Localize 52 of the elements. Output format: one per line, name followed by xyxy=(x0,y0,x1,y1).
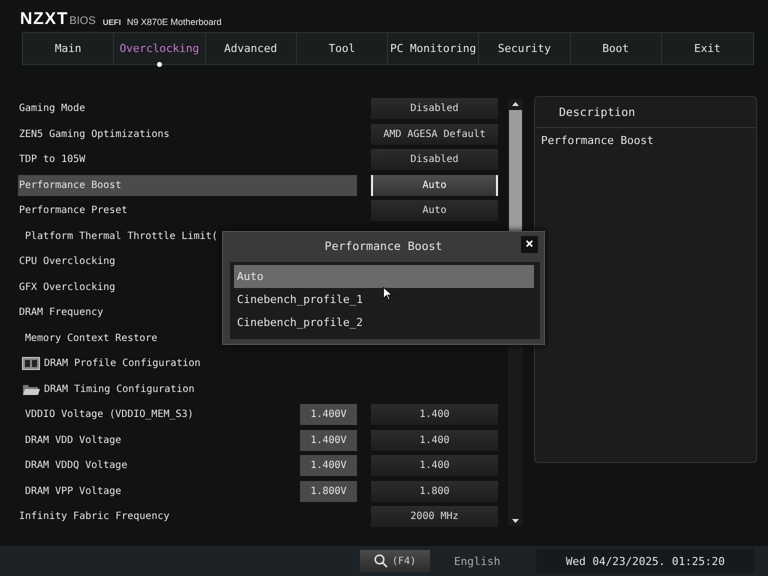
brand-logo: NZXT xyxy=(20,10,68,27)
setting-label[interactable]: TDP to 105W xyxy=(18,149,357,170)
close-button[interactable]: × xyxy=(521,236,538,253)
value-button[interactable]: 1.400 xyxy=(371,430,498,451)
option-item[interactable]: Cinebench_profile_1 xyxy=(234,288,534,311)
menu-tab[interactable]: Tool xyxy=(296,33,388,64)
menu-tab[interactable]: Overclocking xyxy=(114,33,206,64)
description-text: Performance Boost xyxy=(540,133,655,149)
voltage-reading: 1.800V xyxy=(300,480,357,502)
bios-label: BIOS xyxy=(69,15,96,27)
value-button[interactable]: Disabled xyxy=(371,98,498,120)
voltage-reading: 1.400V xyxy=(300,455,357,476)
submenu-link[interactable]: DRAM Timing Configuration xyxy=(44,384,195,395)
value-button[interactable]: 2000 MHz xyxy=(371,506,498,528)
value-button[interactable]: AMD AGESA Default xyxy=(371,124,498,145)
search-icon xyxy=(374,554,388,568)
voltage-reading: 1.400V xyxy=(300,430,357,451)
setting-label[interactable]: DRAM VPP Voltage xyxy=(18,480,300,502)
value-button[interactable]: 1.800 xyxy=(371,480,498,502)
value-button[interactable]: Auto xyxy=(371,174,498,196)
value-button[interactable]: 1.400 xyxy=(371,455,498,476)
date-time: Wed 04/23/2025. 01:25:20 xyxy=(536,549,754,573)
option-item[interactable]: Auto xyxy=(234,265,534,288)
menu-tab[interactable]: Exit xyxy=(662,33,753,64)
setting-label[interactable]: Infinity Fabric Frequency xyxy=(18,506,357,528)
submenu-link[interactable]: DRAM Profile Configuration xyxy=(44,358,201,370)
setting-label[interactable]: DRAM VDD Voltage xyxy=(18,430,300,451)
board-name: N9 X870E Motherboard xyxy=(126,17,222,27)
uefi-label: UEFI xyxy=(102,18,121,27)
setting-label[interactable]: DRAM VDDQ Voltage xyxy=(18,455,300,476)
setting-label[interactable]: ZEN5 Gaming Optimizations xyxy=(18,124,357,145)
setting-label[interactable]: Performance Boost xyxy=(18,174,357,196)
value-button[interactable]: 1.400 xyxy=(371,404,498,426)
menu-tab[interactable]: Main xyxy=(23,33,114,64)
setting-label[interactable]: VDDIO Voltage (VDDIO_MEM_S3) xyxy=(18,404,300,426)
value-button[interactable]: Disabled xyxy=(371,149,498,170)
menu-tab[interactable]: PC Monitoring xyxy=(388,33,480,64)
search-button[interactable]: (F4) xyxy=(360,550,430,572)
menu-tab[interactable]: Boot xyxy=(570,33,662,64)
option-item[interactable]: Cinebench_profile_2 xyxy=(234,311,534,334)
folder-icon xyxy=(22,382,40,396)
setting-label[interactable]: Gaming Mode xyxy=(18,98,357,120)
language-selector[interactable]: English xyxy=(454,554,500,568)
value-button[interactable]: Auto xyxy=(371,200,498,222)
mouse-pointer-icon xyxy=(383,287,392,301)
description-title: Description xyxy=(535,97,756,128)
popup-title: Performance Boost xyxy=(324,239,442,253)
voltage-reading: 1.400V xyxy=(300,404,357,426)
memory-card-icon xyxy=(22,357,40,370)
menu-tab[interactable]: Security xyxy=(479,33,570,64)
setting-label[interactable]: Performance Preset xyxy=(18,200,357,222)
menu-tab[interactable]: Advanced xyxy=(206,33,297,64)
